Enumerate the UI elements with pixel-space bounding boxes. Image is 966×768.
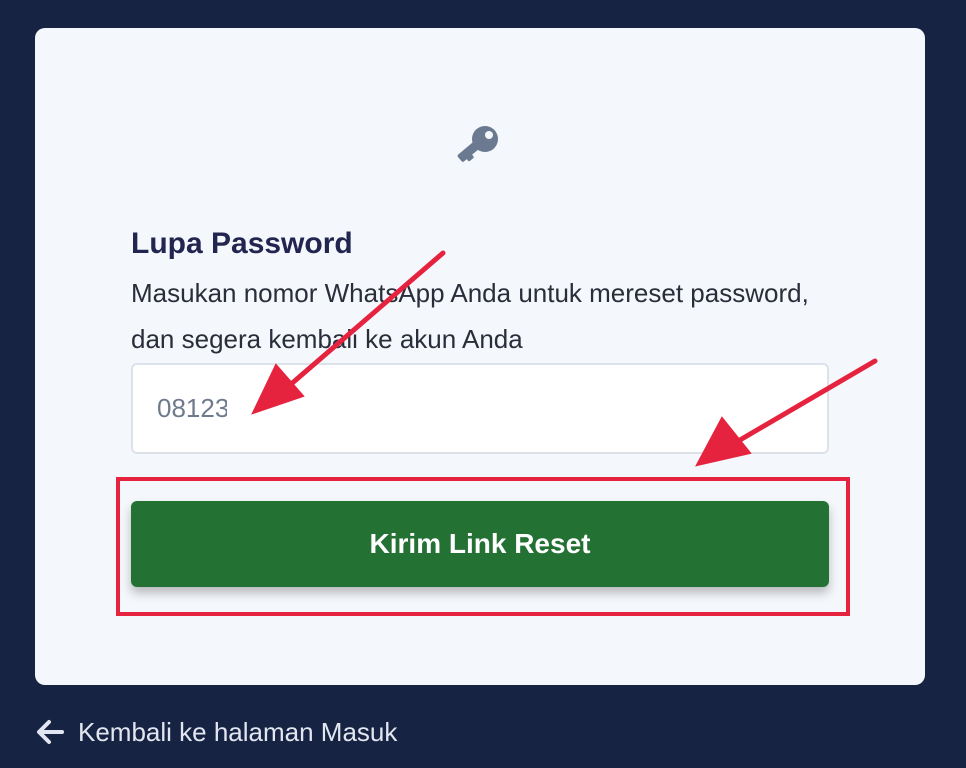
annotation-highlight-box xyxy=(116,477,850,616)
back-to-login-link[interactable]: Kembali ke halaman Masuk xyxy=(34,716,397,748)
phone-number-value: 08123 xyxy=(157,393,227,423)
phone-number-input[interactable] xyxy=(131,363,829,454)
instruction-text: Masukan nomor WhatsApp Anda untuk merese… xyxy=(131,278,809,354)
page: Lupa Password Masukan nomor WhatsApp And… xyxy=(0,0,966,768)
key-icon xyxy=(457,126,498,162)
back-to-login-label: Kembali ke halaman Masuk xyxy=(78,716,398,747)
page-title: Lupa Password xyxy=(131,227,353,260)
arrow-left-icon xyxy=(37,720,64,744)
